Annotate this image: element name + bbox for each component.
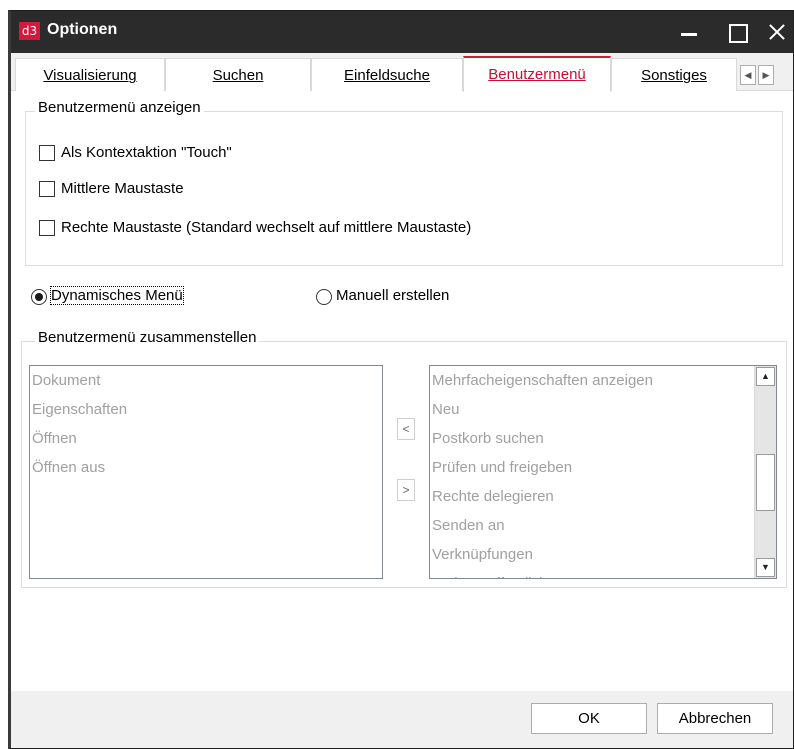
list-item[interactable]: Dokument [30, 366, 382, 395]
list-item[interactable]: Öffnen [30, 424, 382, 453]
radio-dynamic-menu-label[interactable]: Dynamisches Menü [50, 286, 184, 305]
move-left-button[interactable]: < [397, 418, 415, 440]
checkbox-touch[interactable] [39, 145, 55, 161]
tab-sonstiges[interactable]: Sonstiges [611, 58, 737, 91]
tab-visualisierung[interactable]: Visualisierung [15, 58, 165, 91]
scroll-down-icon[interactable]: ▼ [756, 558, 775, 577]
window-title: Optionen [47, 21, 118, 38]
dialog-footer: OK Abbrechen [11, 691, 793, 748]
checkbox-right-button-label[interactable]: Rechte Maustaste (Standard wechselt auf … [61, 219, 471, 236]
close-icon[interactable] [755, 11, 794, 53]
scroll-up-icon[interactable]: ▲ [756, 367, 775, 386]
tab-panel-benutzermenue: Benutzermenü anzeigen Als Kontextaktion … [11, 91, 793, 691]
tab-suchen[interactable]: Suchen [165, 58, 311, 91]
move-right-button[interactable]: > [397, 479, 415, 501]
radio-manual-label[interactable]: Manuell erstellen [336, 287, 449, 304]
title-bar[interactable]: d3 Optionen [11, 11, 793, 53]
tab-bar: Visualisierung Suchen Einfeldsuche Benut… [11, 53, 793, 92]
list-item[interactable]: Eigenschaften [30, 395, 382, 424]
minimize-icon[interactable] [667, 11, 709, 53]
checkbox-right-button[interactable] [39, 220, 55, 236]
list-item[interactable]: Verknüpfungen [430, 540, 776, 569]
tab-einfeldsuche[interactable]: Einfeldsuche [311, 58, 463, 91]
radio-dynamic-menu[interactable] [31, 289, 47, 305]
tab-scroll-right-icon[interactable]: ▶ [758, 65, 774, 85]
selected-items-list[interactable]: Mehrfacheigenschaften anzeigen Neu Postk… [429, 365, 777, 579]
list-item[interactable]: Senden an [430, 511, 776, 540]
group-compose-legend: Benutzermenü zusammenstellen [35, 329, 260, 346]
d3-logo-icon: d3 [19, 22, 40, 40]
list-scrollbar[interactable]: ▲ ▼ [754, 366, 776, 578]
list-item[interactable]: Prüfen und freigeben [430, 453, 776, 482]
list-item[interactable]: Postkorb suchen [430, 424, 776, 453]
available-items-list[interactable]: Dokument Eigenschaften Öffnen Öffnen aus [29, 365, 383, 579]
maximize-icon[interactable] [715, 11, 757, 53]
checkbox-middle-button[interactable] [39, 181, 55, 197]
checkbox-middle-button-label[interactable]: Mittlere Maustaste [61, 180, 184, 197]
options-dialog: d3 Optionen Visualisierung Suchen Einfel… [8, 10, 794, 749]
list-item[interactable]: Neu [430, 395, 776, 424]
cancel-button[interactable]: Abbrechen [657, 703, 773, 734]
list-item[interactable]: Öffnen aus [30, 453, 382, 482]
tab-scroll-left-icon[interactable]: ◀ [740, 65, 756, 85]
list-item[interactable]: Web veröffentlicht [430, 569, 776, 578]
scroll-thumb[interactable] [756, 454, 775, 511]
tab-benutzermenue[interactable]: Benutzermenü [463, 56, 611, 92]
group-show-legend: Benutzermenü anzeigen [35, 99, 204, 116]
checkbox-touch-label[interactable]: Als Kontextaktion "Touch" [61, 144, 232, 161]
list-item[interactable]: Mehrfacheigenschaften anzeigen [430, 366, 776, 395]
radio-manual[interactable] [316, 289, 332, 305]
list-item[interactable]: Rechte delegieren [430, 482, 776, 511]
ok-button[interactable]: OK [531, 703, 647, 734]
